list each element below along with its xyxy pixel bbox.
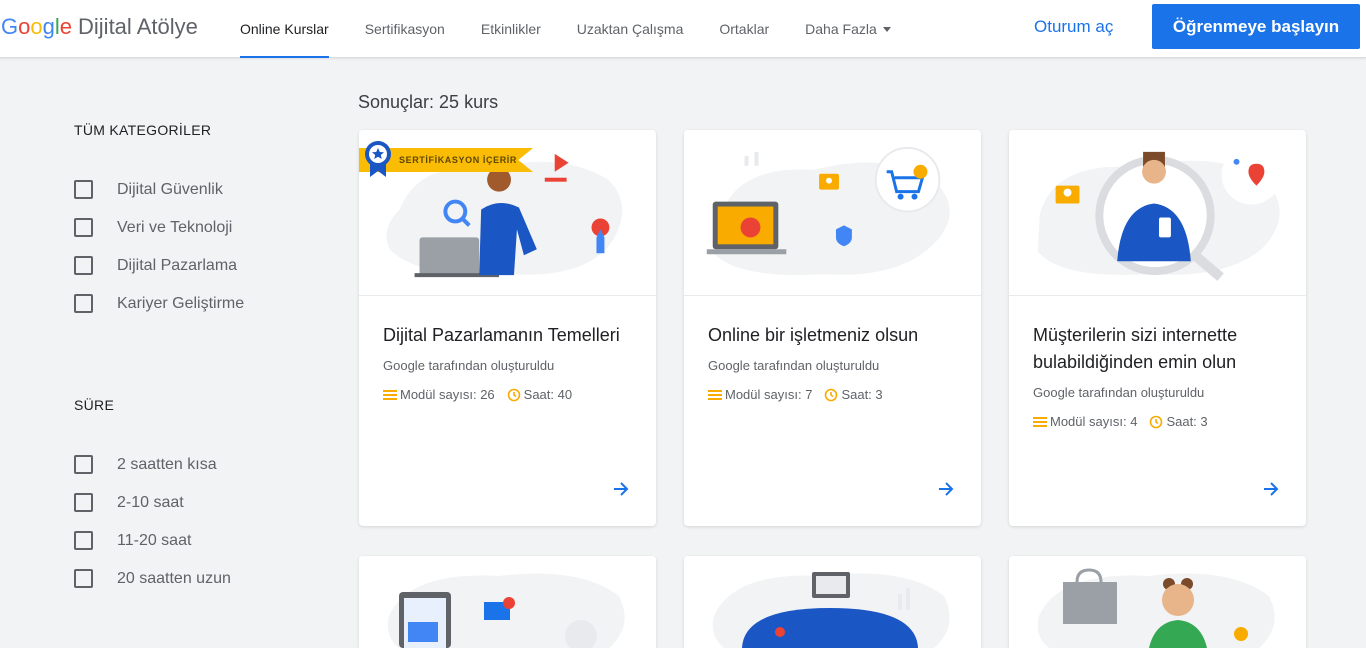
logo-letter: g (42, 14, 55, 39)
nav-label: Daha Fazla (805, 21, 877, 37)
course-card[interactable]: SERTİFİKASYON İÇERİR Dijital Pazarlamanı… (359, 130, 656, 526)
checkbox[interactable] (74, 256, 93, 275)
course-card[interactable] (359, 556, 656, 648)
hours-info: Saat: 3 (824, 387, 883, 402)
logo-letter: e (59, 14, 73, 39)
nav-label: Online Kurslar (240, 21, 329, 37)
filter-label: 20 saatten uzun (117, 569, 231, 587)
checkbox[interactable] (74, 493, 93, 512)
main-nav: Online Kurslar Sertifikasyon Etkinlikler… (222, 0, 909, 58)
checkbox[interactable] (74, 455, 93, 474)
arrow-right-icon[interactable] (1262, 480, 1280, 498)
filter-label: 2 saatten kısa (117, 455, 217, 473)
course-author: Google tarafından oluşturuldu (383, 358, 555, 373)
nav-certification[interactable]: Sertifikasyon (347, 0, 463, 58)
list-icon (383, 389, 397, 400)
nav-label: Sertifikasyon (364, 21, 445, 37)
filter-digital-marketing[interactable]: Dijital Pazarlama (74, 256, 237, 275)
nav-partners[interactable]: Ortaklar (701, 0, 787, 58)
nav-label: Etkinlikler (480, 21, 541, 37)
checkbox[interactable] (74, 180, 93, 199)
nav-label: Ortaklar (719, 21, 770, 37)
signin-link[interactable]: Oturum aç (1034, 17, 1113, 37)
arrow-right-icon[interactable] (612, 480, 630, 498)
filter-digital-security[interactable]: Dijital Güvenlik (74, 180, 223, 199)
filter-label: Dijital Pazarlama (117, 256, 238, 274)
logo-letter: o (18, 14, 31, 39)
ribbon-star-icon (365, 141, 391, 177)
filter-label: 11-20 saat (117, 531, 192, 549)
modules-count: Modül sayısı: 4 (1050, 414, 1138, 429)
modules-info: Modül sayısı: 4 (1033, 414, 1137, 429)
caret-down-icon (882, 26, 891, 32)
course-illustration (684, 130, 981, 296)
course-author: Google tarafından oluşturuldu (1033, 385, 1205, 400)
course-card[interactable] (684, 556, 981, 648)
course-card[interactable] (1009, 556, 1306, 648)
nav-online-courses[interactable]: Online Kurslar (222, 0, 347, 58)
logo-letter: G (1, 14, 19, 39)
duration-heading: SÜRE (74, 397, 115, 413)
filter-duration-over-20[interactable]: 20 saatten uzun (74, 569, 231, 588)
course-title[interactable]: Online bir işletmeniz olsun (708, 322, 963, 349)
course-title[interactable]: Müşterilerin sizi internette bulabildiği… (1033, 322, 1288, 376)
modules-info: Modül sayısı: 7 (708, 387, 812, 402)
categories-heading: TÜM KATEGORİLER (74, 122, 212, 138)
modules-count: Modül sayısı: 7 (725, 387, 813, 402)
checkbox[interactable] (74, 294, 93, 313)
arrow-right-icon[interactable] (937, 480, 955, 498)
filter-duration-under-2[interactable]: 2 saatten kısa (74, 455, 217, 474)
checkbox[interactable] (74, 569, 93, 588)
list-icon (708, 389, 722, 400)
course-title[interactable]: Dijital Pazarlamanın Temelleri (383, 322, 638, 349)
filter-duration-2-10[interactable]: 2-10 saat (74, 493, 184, 512)
modules-info: Modül sayısı: 26 (383, 387, 495, 402)
clock-icon (1150, 415, 1163, 428)
filter-label: Veri ve Teknoloji (117, 218, 233, 236)
clock-icon (825, 388, 838, 401)
filter-duration-11-20[interactable]: 11-20 saat (74, 531, 191, 550)
course-meta: Modül sayısı: 4 Saat: 3 (1033, 414, 1220, 429)
checkbox[interactable] (74, 531, 93, 550)
course-meta: Modül sayısı: 7 Saat: 3 (708, 387, 895, 402)
hours-info: Saat: 40 (507, 387, 572, 402)
course-meta: Modül sayısı: 26 Saat: 40 (383, 387, 584, 402)
results-count: Sonuçlar: 25 kurs (358, 92, 499, 112)
filter-label: Kariyer Geliştirme (117, 294, 245, 312)
hours-count: Saat: 40 (523, 387, 573, 402)
course-illustration (359, 556, 656, 648)
course-card[interactable]: Online bir işletmeniz olsun Google taraf… (684, 130, 981, 526)
filter-data-technology[interactable]: Veri ve Teknoloji (74, 218, 232, 237)
google-digital-workshop-logo[interactable]: Google Dijital Atölye (1, 14, 198, 40)
course-illustration (684, 556, 981, 648)
hours-count: Saat: 3 (841, 387, 883, 402)
filter-label: 2-10 saat (117, 493, 184, 511)
modules-count: Modül sayısı: 26 (400, 387, 495, 402)
hours-info: Saat: 3 (1149, 414, 1208, 429)
hours-count: Saat: 3 (1166, 414, 1208, 429)
course-card[interactable]: Müşterilerin sizi internette bulabildiği… (1009, 130, 1306, 526)
logo-product-name: Dijital Atölye (78, 14, 198, 39)
filter-label: Dijital Güvenlik (117, 180, 223, 198)
course-author: Google tarafından oluşturuldu (708, 358, 880, 373)
logo-letter: o (30, 14, 43, 39)
nav-remote-work[interactable]: Uzaktan Çalışma (559, 0, 702, 58)
start-learning-button[interactable]: Öğrenmeye başlayın (1152, 4, 1360, 49)
nav-events[interactable]: Etkinlikler (463, 0, 559, 58)
checkbox[interactable] (74, 218, 93, 237)
nav-more-dropdown[interactable]: Daha Fazla (787, 0, 909, 58)
top-header: Google Dijital Atölye Online Kurslar Sert… (0, 0, 1366, 58)
course-illustration (1009, 556, 1306, 648)
list-icon (1033, 416, 1047, 427)
clock-icon (507, 388, 520, 401)
course-illustration (1009, 130, 1306, 296)
nav-label: Uzaktan Çalışma (576, 21, 684, 37)
filter-career-development[interactable]: Kariyer Geliştirme (74, 294, 244, 313)
